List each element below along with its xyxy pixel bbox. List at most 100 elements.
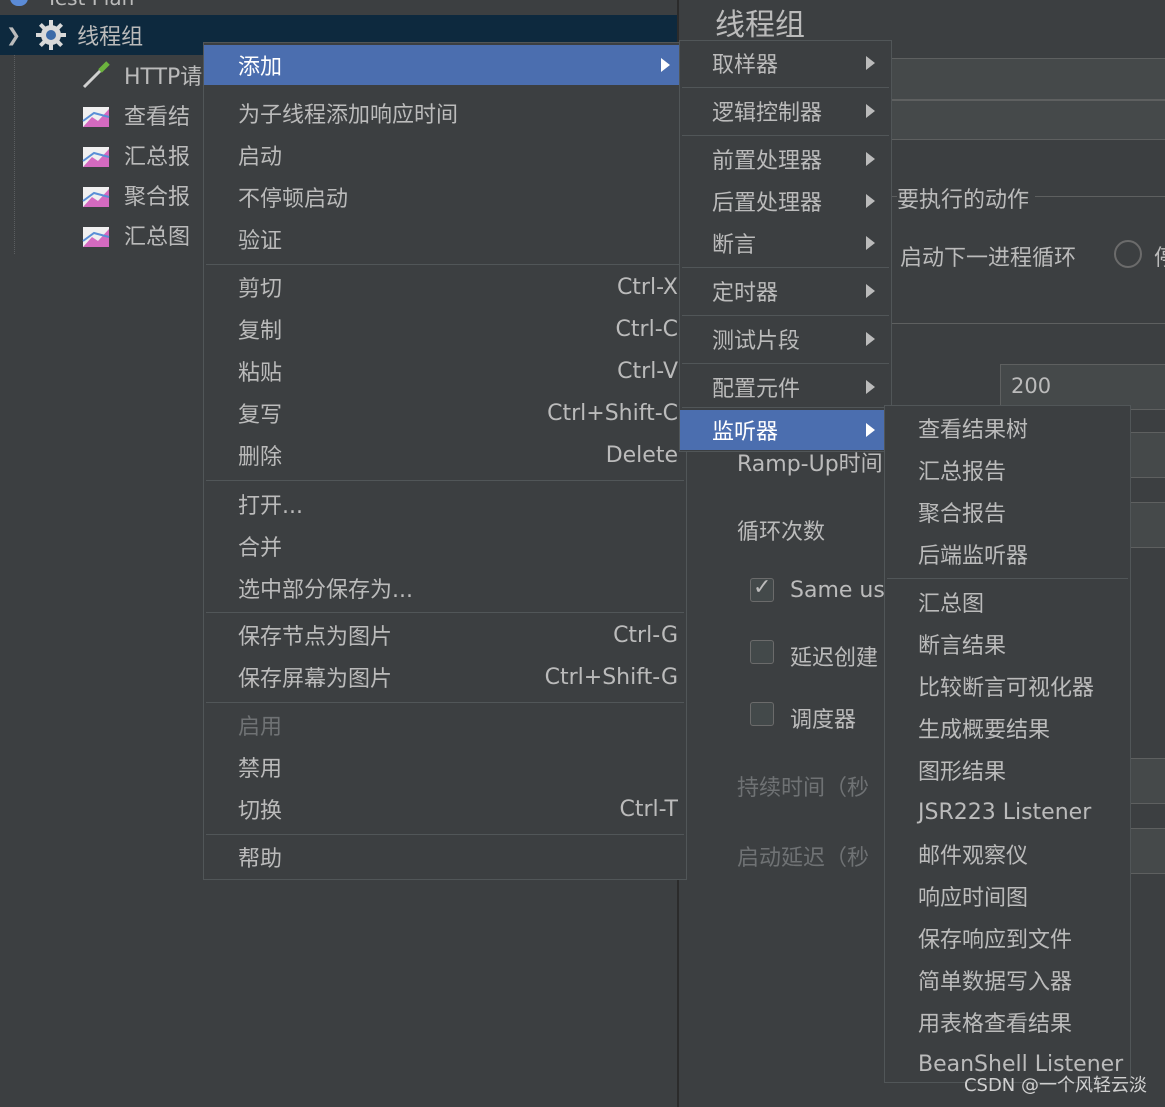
submenu-item-preprocessor[interactable]: 前置处理器 bbox=[680, 139, 891, 179]
submenu-item-postprocessor[interactable]: 后置处理器 bbox=[680, 181, 891, 221]
listener-item-mailer-visualizer[interactable]: 邮件观察仪 bbox=[885, 834, 1130, 874]
tree-node-label: Test Plan bbox=[46, 0, 134, 10]
tree-node-view-results[interactable]: 查看结 bbox=[80, 95, 190, 135]
menu-item-disable[interactable]: 禁用 bbox=[204, 747, 686, 787]
submenu-arrow-icon bbox=[866, 194, 875, 208]
listener-item-simple-data-writer[interactable]: 简单数据写入器 bbox=[885, 960, 1130, 1000]
submenu-arrow-icon bbox=[866, 284, 875, 298]
listener-item-assertion-results[interactable]: 断言结果 bbox=[885, 624, 1130, 664]
chart-icon bbox=[80, 219, 112, 251]
menu-item-add[interactable]: 添加 bbox=[204, 45, 686, 85]
tree-node-aggregate-report[interactable]: 聚合报 bbox=[80, 175, 190, 215]
tree-node-http-request[interactable]: HTTP请 bbox=[80, 55, 202, 95]
menu-item-paste[interactable]: 粘贴 Ctrl-V bbox=[204, 351, 686, 391]
duration-input[interactable] bbox=[1130, 758, 1165, 804]
menu-separator bbox=[887, 578, 1128, 579]
action-group-label: 要执行的动作 bbox=[897, 182, 1036, 214]
add-submenu: 取样器 逻辑控制器 前置处理器 后置处理器 断言 定时器 测试片段 配置元件 监… bbox=[679, 40, 892, 452]
menu-item-open[interactable]: 打开... bbox=[204, 484, 686, 524]
submenu-item-timer[interactable]: 定时器 bbox=[680, 271, 891, 311]
radio-trailing-label: 停 bbox=[1154, 240, 1165, 272]
loop-count-label: 循环次数 bbox=[737, 520, 826, 545]
shortcut-text: Ctrl+Shift-G bbox=[544, 664, 678, 690]
comment-field[interactable] bbox=[885, 100, 1165, 140]
listener-item-view-results-table[interactable]: 用表格查看结果 bbox=[885, 1002, 1130, 1042]
menu-separator bbox=[206, 264, 684, 265]
menu-separator bbox=[682, 363, 889, 364]
listener-item-compare-assertion[interactable]: 比较断言可视化器 bbox=[885, 666, 1130, 706]
listener-item-summary-report[interactable]: 汇总报告 bbox=[885, 450, 1130, 490]
menu-item-merge[interactable]: 合并 bbox=[204, 526, 686, 566]
delay-create-label: 延迟创建 bbox=[790, 646, 879, 671]
menu-item-enable: 启用 bbox=[238, 715, 283, 740]
menu-item-save-selection[interactable]: 选中部分保存为... bbox=[204, 568, 686, 608]
listener-item-aggregate-report[interactable]: 聚合报告 bbox=[885, 492, 1130, 532]
submenu-arrow-icon bbox=[866, 56, 875, 70]
listener-item-view-results-tree[interactable]: 查看结果树 bbox=[885, 408, 1130, 448]
listener-item-response-time-graph[interactable]: 响应时间图 bbox=[885, 876, 1130, 916]
submenu-arrow-icon bbox=[866, 332, 875, 346]
menu-item-delete[interactable]: 删除 Delete bbox=[204, 435, 686, 475]
listener-item-backend-listener[interactable]: 后端监听器 bbox=[885, 534, 1130, 574]
duration-label: 持续时间（秒 bbox=[737, 776, 870, 801]
menu-item-start[interactable]: 启动 bbox=[204, 135, 686, 175]
loop-count-input[interactable] bbox=[1130, 502, 1165, 548]
name-field[interactable] bbox=[885, 58, 1165, 100]
menu-item-copy[interactable]: 复制 Ctrl-C bbox=[204, 309, 686, 349]
context-menu: 添加 为子线程添加响应时间 启动 不停顿启动 验证 剪切 Ctrl-X 复制 Ctr… bbox=[203, 42, 687, 880]
pipette-icon bbox=[80, 59, 112, 91]
scheduler-label: 调度器 bbox=[790, 708, 857, 733]
threads-value: 200 bbox=[1011, 374, 1052, 398]
submenu-item-sampler[interactable]: 取样器 bbox=[680, 43, 891, 83]
submenu-arrow-icon bbox=[866, 236, 875, 250]
menu-item-save-screen-image[interactable]: 保存屏幕为图片 Ctrl+Shift-G bbox=[204, 657, 686, 697]
tree-node-label: 汇总图 bbox=[124, 225, 191, 250]
menu-separator bbox=[682, 315, 889, 316]
flask-icon bbox=[10, 0, 28, 6]
menu-item-cut[interactable]: 剪切 Ctrl-X bbox=[204, 267, 686, 307]
same-user-label: Same use bbox=[790, 578, 899, 603]
menu-separator bbox=[682, 135, 889, 136]
listener-item-graph-results[interactable]: 图形结果 bbox=[885, 750, 1130, 790]
submenu-item-config-element[interactable]: 配置元件 bbox=[680, 367, 891, 407]
shortcut-text: Ctrl-X bbox=[616, 274, 678, 300]
menu-separator bbox=[206, 834, 684, 835]
menu-item-toggle[interactable]: 切换 Ctrl-T bbox=[204, 789, 686, 829]
menu-item-add-response-time[interactable]: 为子线程添加响应时间 bbox=[204, 93, 686, 133]
tree-node-summary-report[interactable]: 汇总报 bbox=[80, 135, 190, 175]
submenu-item-assertion[interactable]: 断言 bbox=[680, 223, 891, 263]
menu-separator bbox=[206, 702, 684, 703]
shortcut-text: Ctrl-V bbox=[617, 358, 678, 384]
submenu-item-test-fragment[interactable]: 测试片段 bbox=[680, 319, 891, 359]
menu-separator bbox=[682, 407, 889, 408]
menu-item-validate[interactable]: 验证 bbox=[204, 219, 686, 259]
startup-delay-input[interactable] bbox=[1130, 828, 1165, 874]
submenu-item-listener[interactable]: 监听器 bbox=[680, 410, 891, 450]
submenu-arrow-icon bbox=[866, 380, 875, 394]
tree-node-label: 查看结 bbox=[124, 105, 191, 130]
menu-item-help[interactable]: 帮助 bbox=[204, 837, 686, 877]
listener-submenu: 查看结果树 汇总报告 聚合报告 后端监听器 汇总图 断言结果 比较断言可视化器 … bbox=[884, 405, 1131, 1083]
tree-guide-line bbox=[14, 48, 15, 254]
shortcut-text: Ctrl-C bbox=[615, 316, 678, 342]
listener-item-summary-graph[interactable]: 汇总图 bbox=[885, 582, 1130, 622]
startup-delay-label: 启动延迟（秒 bbox=[737, 846, 870, 871]
radio-next-loop[interactable] bbox=[1114, 240, 1142, 268]
menu-item-save-node-image[interactable]: 保存节点为图片 Ctrl-G bbox=[204, 615, 686, 655]
listener-item-jsr223-listener[interactable]: JSR223 Listener bbox=[885, 792, 1130, 832]
tree-node-label: 线程组 bbox=[77, 25, 144, 50]
tree-node-summary-graph[interactable]: 汇总图 bbox=[80, 215, 190, 255]
delay-create-checkbox[interactable] bbox=[750, 640, 774, 664]
submenu-arrow-icon bbox=[866, 423, 875, 437]
threads-input[interactable]: 200 bbox=[1000, 364, 1165, 410]
chevron-down-icon[interactable]: ❯ bbox=[6, 25, 21, 46]
ramp-up-input[interactable] bbox=[1130, 432, 1165, 478]
menu-item-duplicate[interactable]: 复写 Ctrl+Shift-C bbox=[204, 393, 686, 433]
submenu-item-logic-controller[interactable]: 逻辑控制器 bbox=[680, 91, 891, 131]
submenu-arrow-icon bbox=[866, 104, 875, 118]
scheduler-checkbox[interactable] bbox=[750, 702, 774, 726]
menu-item-start-no-pause[interactable]: 不停顿启动 bbox=[204, 177, 686, 217]
same-user-checkbox[interactable] bbox=[750, 575, 774, 602]
listener-item-generate-summary[interactable]: 生成概要结果 bbox=[885, 708, 1130, 748]
listener-item-save-responses[interactable]: 保存响应到文件 bbox=[885, 918, 1130, 958]
